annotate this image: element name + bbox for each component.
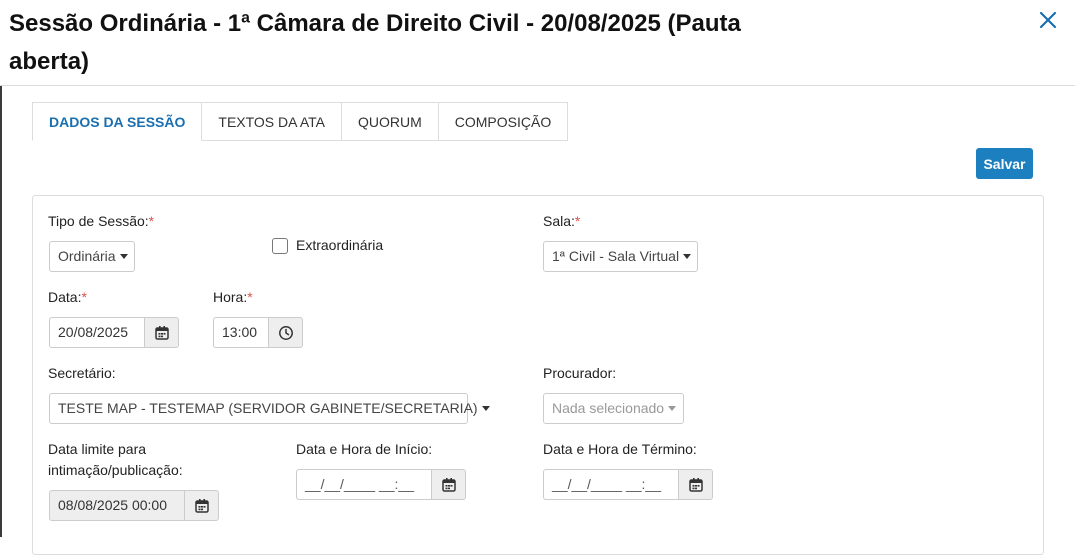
sala-value: 1ª Civil - Sala Virtual: [552, 248, 680, 264]
hora-label: Hora:*: [213, 289, 253, 305]
tab-composicao[interactable]: COMPOSIÇÃO: [438, 102, 569, 141]
calendar-icon: [194, 498, 209, 513]
clock-button[interactable]: [268, 317, 303, 348]
required-marker: *: [574, 213, 581, 229]
tipo-sessao-value: Ordinária: [58, 248, 116, 264]
left-edge-bar: [0, 86, 2, 537]
caret-down-icon: [481, 405, 490, 411]
calendar-button[interactable]: [431, 469, 466, 500]
sala-select[interactable]: 1ª Civil - Sala Virtual: [543, 241, 698, 272]
tipo-sessao-label: Tipo de Sessão:*: [48, 213, 155, 229]
clock-icon: [278, 325, 293, 340]
inicio-input[interactable]: __/__/____ __:__: [296, 469, 431, 500]
tab-textos-da-ata[interactable]: TEXTOS DA ATA: [202, 102, 342, 141]
termino-input[interactable]: __/__/____ __:__: [543, 469, 678, 500]
modal-header: Sessão Ordinária - 1ª Câmara de Direito …: [0, 0, 1075, 86]
secretario-value: TESTE MAP - TESTEMAP (SERVIDOR GABINETE/…: [58, 400, 478, 416]
procurador-value: Nada selecionado: [552, 400, 665, 416]
termino-field-group: __/__/____ __:__: [543, 469, 713, 500]
calendar-button[interactable]: [144, 317, 179, 348]
sala-label: Sala:*: [543, 213, 581, 229]
extraordinaria-label: Extraordinária: [296, 237, 384, 253]
secretario-label: Secretário:: [48, 365, 116, 381]
modal-title: Sessão Ordinária - 1ª Câmara de Direito …: [9, 10, 741, 75]
save-button[interactable]: Salvar: [976, 148, 1033, 179]
inicio-field-group: __/__/____ __:__: [296, 469, 466, 500]
required-marker: *: [148, 213, 155, 229]
calendar-button[interactable]: [678, 469, 713, 500]
caret-down-icon: [668, 405, 677, 411]
termino-label: Data e Hora de Término:: [543, 441, 697, 457]
tipo-sessao-select[interactable]: Ordinária: [49, 241, 135, 272]
tab-dados-da-sessao[interactable]: DADOS DA SESSÃO: [32, 102, 203, 141]
data-limite-label: Data limite para intimação/publicação:: [48, 441, 183, 478]
required-marker: *: [81, 289, 87, 305]
calendar-icon: [154, 325, 169, 340]
tab-quorum[interactable]: QUORUM: [341, 102, 439, 141]
data-limite-input[interactable]: 08/08/2025 00:00: [49, 490, 184, 521]
data-limite-field-group: 08/08/2025 00:00: [49, 490, 219, 521]
data-field-group: 20/08/2025: [49, 317, 179, 348]
procurador-label: Procurador:: [543, 365, 617, 381]
data-input[interactable]: 20/08/2025: [49, 317, 144, 348]
calendar-icon: [688, 477, 703, 492]
hora-field-group: 13:00: [213, 317, 303, 348]
caret-down-icon: [119, 253, 128, 259]
inicio-label: Data e Hora de Início:: [296, 441, 433, 457]
close-icon[interactable]: [1036, 8, 1060, 32]
calendar-icon: [441, 477, 456, 492]
tab-bar: DADOS DA SESSÃO TEXTOS DA ATA QUORUM COM…: [32, 102, 569, 141]
data-label: Data:*: [48, 289, 87, 305]
extraordinaria-checkbox[interactable]: [272, 238, 288, 254]
procurador-select[interactable]: Nada selecionado: [543, 393, 684, 424]
required-marker: *: [247, 289, 253, 305]
secretario-select[interactable]: TESTE MAP - TESTEMAP (SERVIDOR GABINETE/…: [49, 393, 490, 424]
calendar-button[interactable]: [184, 490, 219, 521]
caret-down-icon: [683, 253, 692, 259]
hora-input[interactable]: 13:00: [213, 317, 268, 348]
